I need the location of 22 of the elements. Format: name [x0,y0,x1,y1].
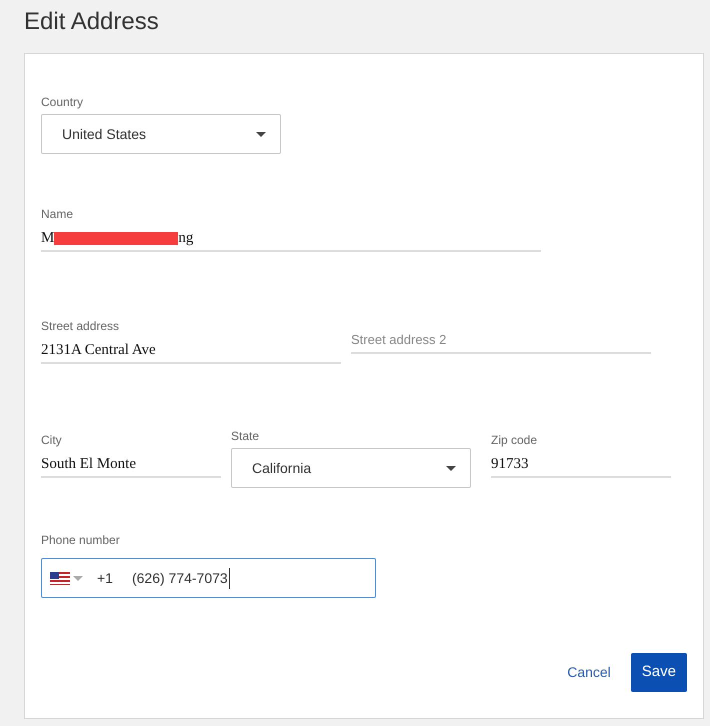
field-label: Country [41,95,84,109]
field-label: Name [41,207,74,221]
input-field[interactable]: M ng [41,226,541,252]
caret-icon [446,466,456,470]
flag-icon[interactable] [50,572,70,584]
state-select[interactable]: California [231,448,471,488]
field-label: Zip code [491,433,538,447]
input-field[interactable]: 2131A Central Ave [41,338,341,364]
field-label: Phone number [41,533,120,547]
field-label: State [231,429,260,443]
caret-icon [73,576,83,580]
phone-field[interactable]: +1 (626) 774-7073 [41,558,376,598]
field-label: Street address [41,319,120,333]
field-label: City [41,433,62,447]
input-field[interactable]: South El Monte [41,452,221,478]
save-button[interactable]: Save [630,653,687,692]
input-field[interactable]: Street address 2 [351,328,651,354]
cancel-button[interactable]: Cancel [563,653,615,692]
country-select[interactable]: United States [41,114,281,154]
input-field[interactable]: 91733 [491,452,671,478]
page-title: Edit Address [24,8,159,36]
caret-icon [256,132,266,136]
